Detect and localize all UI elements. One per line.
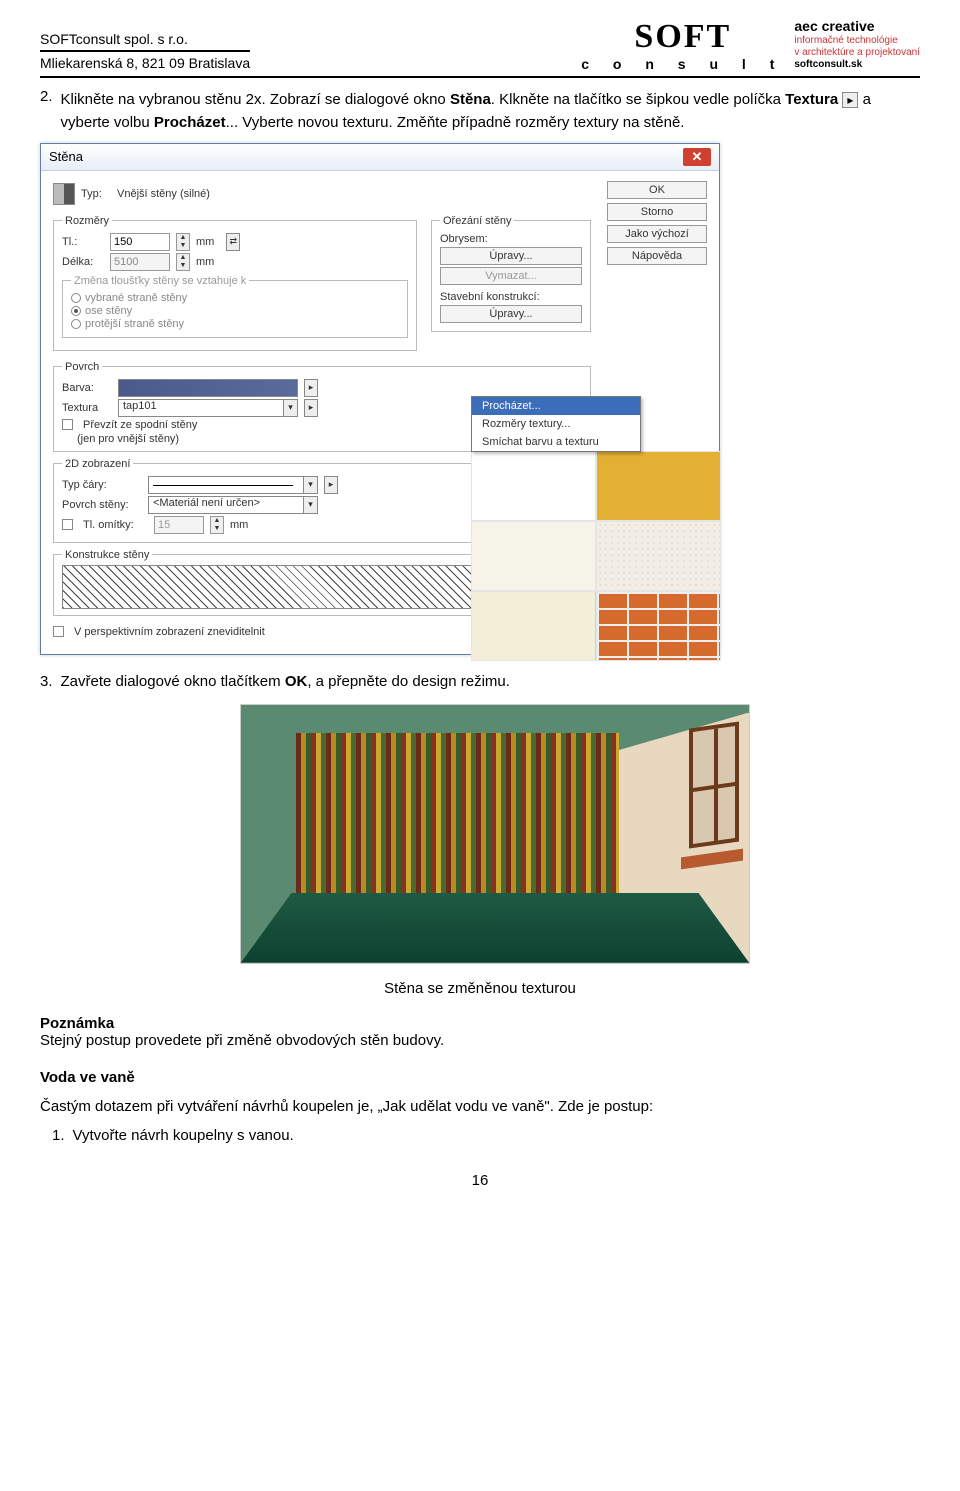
texture-swatch[interactable] — [471, 451, 596, 521]
thickness-spinner[interactable]: ▲▼ — [176, 233, 190, 251]
fieldset-orezani: Ořezání stěny Obrysem: Úpravy... Vymazat… — [431, 215, 591, 332]
page-number: 16 — [40, 1172, 920, 1189]
header-logos: SOFT c o n s u l t aec creative informač… — [581, 18, 920, 72]
render-caption: Stěna se změněnou texturou — [40, 980, 920, 997]
wall-type-icon[interactable] — [53, 183, 75, 205]
upravy-button-2[interactable]: Úpravy... — [440, 305, 582, 323]
texture-swatch[interactable] — [596, 521, 721, 591]
header-company-block: SOFTconsult spol. s r.o. Mliekarenská 8,… — [40, 30, 250, 72]
voda-step-1-number: 1. — [52, 1127, 65, 1144]
step-3-text: Zavřete dialogové okno tlačítkem OK, a p… — [61, 673, 510, 690]
type-label: Typ: — [81, 188, 111, 200]
render-preview — [240, 704, 750, 964]
chevron-down-icon[interactable]: ▾ — [283, 400, 297, 416]
note-section: Poznámka Stejný postup provedete při změ… — [40, 1015, 920, 1049]
line-type-select[interactable]: ▾ — [148, 476, 318, 494]
menu-item-rozmery[interactable]: Rozměry textury... — [472, 415, 640, 433]
fieldset-rozmery: Rozměry Tl.: ▲▼ mm ⇄ Délka: — [53, 215, 417, 351]
company-name: SOFTconsult spol. s r.o. — [40, 30, 250, 48]
prevzit-checkbox[interactable] — [62, 419, 73, 430]
napoveda-button[interactable]: Nápověda — [607, 247, 707, 265]
storno-button[interactable]: Storno — [607, 203, 707, 221]
dialog-titlebar: Stěna ✕ — [41, 144, 719, 171]
logo-aec: aec creative informačné technológie v ar… — [794, 18, 920, 71]
surface-select[interactable]: <Materiál není určen> ▾ — [148, 496, 318, 514]
texture-select[interactable]: tap101 ▾ — [118, 399, 298, 417]
note-text: Stejný postup provedete při změně obvodo… — [40, 1032, 920, 1049]
voda-intro: Častým dotazem při vytváření návrhů koup… — [40, 1098, 920, 1115]
thickness-input[interactable] — [110, 233, 170, 251]
texture-swatch[interactable] — [471, 521, 596, 591]
note-heading: Poznámka — [40, 1015, 920, 1032]
plaster-spinner: ▲▼ — [210, 516, 224, 534]
menu-item-smichat[interactable]: Smíchat barvu a texturu — [472, 433, 640, 451]
step-2-text: Klikněte na vybranou stěnu 2x. Zobrazí s… — [61, 88, 920, 135]
fieldset-zmena: Změna tloušťky stěny se vztahuje k vybra… — [62, 275, 408, 338]
color-arrow[interactable]: ▸ — [304, 379, 318, 397]
invisible-checkbox[interactable] — [53, 626, 64, 637]
voda-heading: Voda ve vaně — [40, 1069, 920, 1086]
upravy-button-1[interactable]: Úpravy... — [440, 247, 582, 265]
page-content: 2. Klikněte na vybranou stěnu 2x. Zobraz… — [40, 88, 920, 1189]
plaster-thickness-input — [154, 516, 204, 534]
dialog-title-text: Stěna — [49, 149, 83, 164]
logo-softconsult: SOFT c o n s u l t — [581, 18, 784, 72]
texture-popup-menu: Procházet... Rozměry textury... Smíchat … — [471, 396, 641, 452]
length-spinner: ▲▼ — [176, 253, 190, 271]
ok-button[interactable]: OK — [607, 181, 707, 199]
swap-icon[interactable]: ⇄ — [226, 233, 240, 251]
texture-swatch[interactable] — [596, 451, 721, 521]
company-address: Mliekarenská 8, 821 09 Bratislava — [40, 54, 250, 72]
texture-swatch[interactable] — [471, 591, 596, 661]
vymazat-button: Vymazat... — [440, 267, 582, 285]
window-icon — [689, 721, 739, 848]
texture-swatch[interactable] — [596, 591, 721, 661]
voda-step-1-text: Vytvořte návrh koupelny s vanou. — [73, 1127, 294, 1144]
length-input — [110, 253, 170, 271]
wall-dialog: Stěna ✕ Typ: Vnější stěny (silné) Rozměr… — [40, 143, 720, 655]
page-header: SOFTconsult spol. s r.o. Mliekarenská 8,… — [40, 18, 920, 78]
menu-item-prochazet[interactable]: Procházet... — [472, 397, 640, 415]
step-3-number: 3. — [40, 673, 53, 690]
arrow-icon-inline: ▸ — [842, 92, 858, 108]
line-type-arrow[interactable]: ▸ — [324, 476, 338, 494]
step-2-number: 2. — [40, 88, 53, 135]
texture-arrow-button[interactable]: ▸ — [304, 399, 318, 417]
color-swatch[interactable] — [118, 379, 298, 397]
type-value: Vnější stěny (silné) — [117, 188, 210, 200]
plaster-checkbox[interactable] — [62, 519, 73, 530]
vychozi-button[interactable]: Jako výchozí — [607, 225, 707, 243]
texture-preview-grid — [471, 451, 721, 661]
close-button[interactable]: ✕ — [683, 148, 711, 166]
